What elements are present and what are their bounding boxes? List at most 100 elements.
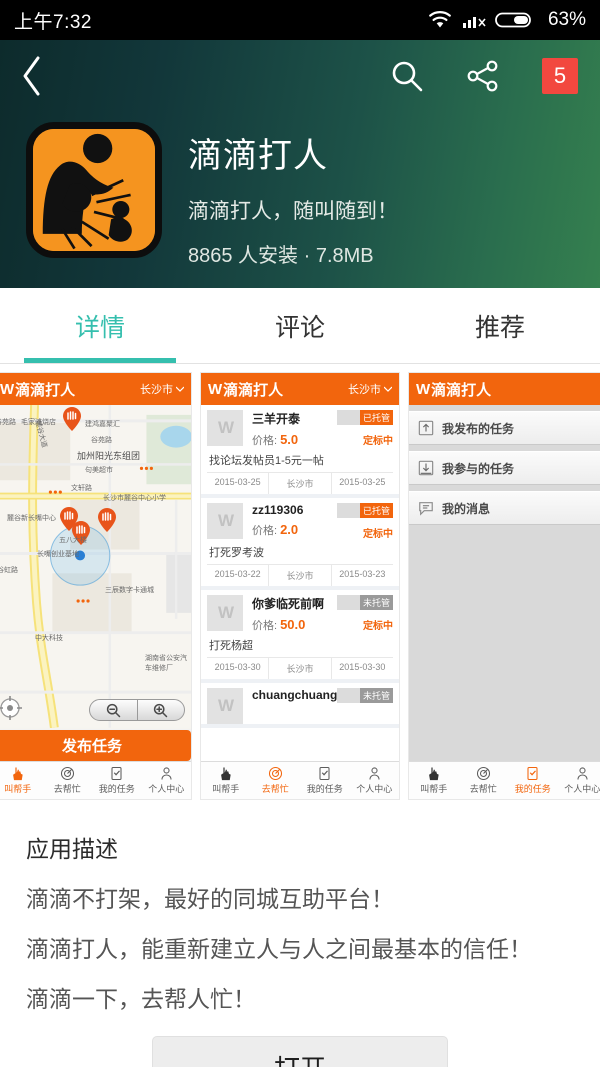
- person-icon: [369, 767, 380, 780]
- task-item-info: chuangchuang: [243, 688, 337, 724]
- shot2-nav-my-tasks[interactable]: 我的任务: [300, 766, 350, 795]
- task-list[interactable]: W 三羊开泰 价格: 5.0 已托管 定标中 找论坛发帖员1-5元一帖 2015-…: [201, 405, 399, 761]
- menu-item-joined-tasks[interactable]: 我参与的任务: [409, 451, 600, 485]
- shot1-nav-profile[interactable]: 个人中心: [142, 766, 192, 795]
- task-date-start: 2015-03-30: [214, 662, 261, 672]
- map-label: 中大科技: [35, 635, 63, 642]
- post-task-button[interactable]: 发布任务: [0, 730, 191, 761]
- map-pin-marker[interactable]: [98, 508, 116, 532]
- open-button[interactable]: 打开: [152, 1036, 448, 1067]
- radar-icon: [476, 766, 490, 781]
- zoom-in-icon[interactable]: [138, 703, 185, 718]
- shot3-nav-go-help[interactable]: 去帮忙: [459, 766, 509, 795]
- shot2-nav-label-3: 个人中心: [356, 784, 393, 794]
- message-bubble-icon: [419, 502, 433, 516]
- description-line: 滴滴不打架，最好的同城互助平台！: [26, 886, 394, 912]
- shot3-appbar: W 滴滴打人: [409, 373, 600, 405]
- map-label: 谷苑路: [91, 437, 112, 444]
- hand-tap-icon: [429, 767, 439, 781]
- task-item-info: 三羊开泰 价格: 5.0: [243, 410, 337, 448]
- brand-logo-icon: W: [0, 380, 14, 398]
- shot3-nav-my-tasks[interactable]: 我的任务: [508, 766, 558, 795]
- menu-item-published-tasks[interactable]: 我发布的任务: [409, 411, 600, 445]
- price-label: 价格:: [252, 525, 278, 537]
- shot3-bottom-nav: 叫帮手 去帮忙 我的任务 个人中心: [409, 761, 600, 799]
- shot1-appbar: W 滴滴打人 长沙市: [0, 373, 191, 405]
- task-price-row: 价格: 5.0: [252, 432, 337, 448]
- locate-crosshair-icon[interactable]: [0, 695, 23, 721]
- upload-box-icon: [418, 420, 434, 436]
- tab-recommend[interactable]: 推荐: [400, 288, 600, 363]
- shot1-nav-label-1: 去帮忙: [53, 784, 81, 794]
- shot1-nav-go-help[interactable]: 去帮忙: [43, 766, 93, 795]
- price-label: 价格:: [252, 620, 278, 632]
- map-canvas[interactable]: 谷苑路 毛家滩烧店 建鸿嘉聚汇 谷苑路 加州阳光东组团 句美超市 文轩路 长沙市…: [0, 405, 191, 729]
- shot3-nav-label-1: 去帮忙: [469, 784, 497, 794]
- back-button[interactable]: [20, 52, 60, 100]
- screenshot-gallery[interactable]: W 滴滴打人 长沙市 苑路 毛家滩烧店 建鸿嘉聚汇 谷苑路 加州阳光东组团 句美…: [0, 364, 600, 804]
- app-stats: 8865 人安装 · 7.8MB: [188, 245, 374, 267]
- task-status-col: 已托管 定标中: [337, 503, 393, 540]
- price-value: 50.0: [280, 617, 306, 632]
- header-toolbar: 5: [0, 40, 600, 112]
- app-subtitle: 滴滴打人，随叫随到！: [188, 200, 398, 223]
- tab-details[interactable]: 详情: [0, 288, 200, 363]
- task-description: 打死杨超: [209, 640, 253, 652]
- task-username: zz119306: [252, 503, 304, 517]
- my-menu-list[interactable]: 我发布的任务 我参与的任务 我的消息: [409, 405, 600, 761]
- zoom-out-icon[interactable]: [90, 703, 137, 718]
- description-line: 滴滴一下，去帮人忙！: [26, 986, 256, 1012]
- map-zoom-controls[interactable]: [89, 699, 185, 721]
- task-list-item[interactable]: W 你爹临死前啊 价格: 50.0 未托管 定标中 打死杨超 2015-03-30…: [201, 590, 399, 683]
- person-icon: [577, 767, 588, 780]
- task-date-end: 2015-03-23: [330, 565, 393, 586]
- map-label: 加州阳光东组团: [77, 451, 141, 461]
- shot2-city-selector[interactable]: 长沙市: [348, 381, 392, 397]
- task-list-item[interactable]: W 三羊开泰 价格: 5.0 已托管 定标中 找论坛发帖员1-5元一帖 2015-…: [201, 405, 399, 498]
- status-time: 上午7:32: [14, 11, 92, 33]
- task-item-header: W zz119306 价格: 2.0 已托管 定标中: [207, 503, 393, 540]
- shot2-nav-label-2: 我的任务: [306, 784, 343, 794]
- app-meta: 滴滴打人 滴滴打人，随叫随到！ 8865 人安装 · 7.8MB: [162, 122, 398, 268]
- task-item-header: W chuangchuang 未托管: [207, 688, 393, 724]
- chevron-down-icon: [176, 386, 184, 392]
- action-bar: 打开: [0, 1014, 600, 1067]
- map-label: 谷苑路: [0, 419, 16, 426]
- task-date-end: 2015-03-30: [330, 658, 393, 679]
- hand-tap-icon: [13, 767, 23, 781]
- shot2-nav-call-helper[interactable]: 叫帮手: [201, 766, 251, 795]
- shot1-nav-call-helper[interactable]: 叫帮手: [0, 766, 43, 795]
- task-item-info: 你爹临死前啊 价格: 50.0: [243, 595, 337, 633]
- screenshot-task-list[interactable]: W 滴滴打人 长沙市 W 三羊开泰 价格: 5.0 已托管 定标中 找论坛发帖员…: [200, 372, 400, 800]
- task-list-item[interactable]: W zz119306 价格: 2.0 已托管 定标中 打死罗考波 2015-03-…: [201, 498, 399, 590]
- shot1-city-label: 长沙市: [140, 384, 173, 396]
- tab-details-label: 详情: [74, 313, 125, 342]
- screenshot-map[interactable]: W 滴滴打人 长沙市 苑路 毛家滩烧店 建鸿嘉聚汇 谷苑路 加州阳光东组团 句美…: [0, 372, 192, 800]
- share-icon[interactable]: [466, 59, 500, 93]
- checklist-icon: [111, 766, 122, 781]
- shot1-nav-my-tasks[interactable]: 我的任务: [92, 766, 142, 795]
- map-pin-marker[interactable]: [63, 407, 81, 431]
- shot1-city-selector[interactable]: 长沙市: [140, 381, 184, 397]
- shot3-nav-profile[interactable]: 个人中心: [558, 766, 600, 795]
- search-icon[interactable]: [390, 59, 424, 93]
- shot2-nav-go-help[interactable]: 去帮忙: [251, 766, 301, 795]
- map-label: 三辰数字卡通城: [105, 587, 154, 594]
- screenshot-my-menu[interactable]: W 滴滴打人 我发布的任务 我参与的任务 我的消息 叫帮手 去帮忙 我的任务 个…: [408, 372, 600, 800]
- task-city: 长沙市: [268, 473, 330, 494]
- brand-logo-icon: W: [208, 380, 222, 398]
- checklist-icon: [319, 766, 330, 781]
- menu-item-my-messages[interactable]: 我的消息: [409, 491, 600, 525]
- menu-item-label: 我的消息: [442, 501, 491, 516]
- brand-logo-icon: W: [416, 380, 430, 398]
- task-date-end: 2015-03-25: [330, 473, 393, 494]
- shot3-nav-call-helper[interactable]: 叫帮手: [409, 766, 459, 795]
- shot3-nav-label-0: 叫帮手: [420, 784, 448, 794]
- wifi-icon: [427, 10, 453, 30]
- message-badge[interactable]: 5: [542, 58, 578, 94]
- task-avatar: W: [207, 688, 243, 724]
- shot2-nav-profile[interactable]: 个人中心: [350, 766, 400, 795]
- tab-comments[interactable]: 评论: [200, 288, 400, 363]
- task-list-item[interactable]: W chuangchuang 未托管: [201, 683, 399, 728]
- shot1-nav-label-2: 我的任务: [98, 784, 135, 794]
